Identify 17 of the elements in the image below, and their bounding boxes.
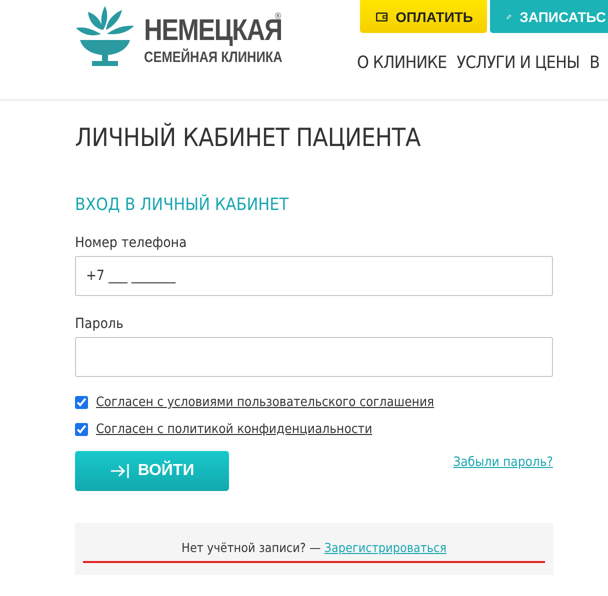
pay-button[interactable]: ОПЛАТИТЬ <box>360 0 487 33</box>
nav-link[interactable]: О КЛИНИКЕ <box>357 53 447 73</box>
agreement-link[interactable]: Согласен с условиями пользовательского соглашения <box>96 395 434 410</box>
checkbox[interactable] <box>75 423 88 436</box>
register-prompt: Нет учётной записи? — Зарегистрироваться <box>182 540 446 555</box>
login-icon <box>110 463 132 479</box>
field-label: Номер телефона <box>75 235 187 251</box>
phone-field[interactable]: +7 ___ _______ <box>75 256 553 296</box>
form-title: ВХОД В ЛИЧНЫЙ КАБИНЕТ <box>75 195 289 215</box>
agreement-link[interactable]: Согласен с политикой конфиденциальности <box>96 422 372 437</box>
logo-tagline: СЕМЕЙНАЯ КЛИНИКА <box>144 49 282 66</box>
nav-link[interactable]: В <box>589 53 600 73</box>
field-label: Пароль <box>75 316 124 332</box>
checkbox[interactable] <box>75 396 88 409</box>
page-title: ЛИЧНЫЙ КАБИНЕТ ПАЦИЕНТА <box>75 123 420 152</box>
password-field[interactable] <box>75 337 553 377</box>
nav-link[interactable]: УСЛУГИ И ЦЕНЫ <box>456 53 580 73</box>
